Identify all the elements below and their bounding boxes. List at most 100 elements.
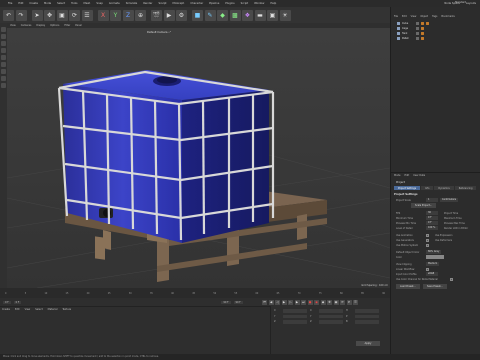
attr-right[interactable]: Centimeters — [440, 198, 459, 202]
menu-animate[interactable]: Animate — [109, 2, 120, 5]
param-key-icon[interactable]: P — [346, 299, 352, 305]
menu-snap[interactable]: Snap — [96, 2, 103, 5]
motion-icon[interactable]: ✥ — [327, 299, 332, 305]
attr-menu-edit[interactable]: Edit — [405, 174, 410, 177]
object-row[interactable]: Cube — [397, 21, 479, 25]
visibility-toggle[interactable] — [416, 26, 419, 30]
material-manager[interactable]: Create Edit View Select Material Texture — [0, 306, 270, 354]
texture-mode-icon[interactable] — [1, 34, 6, 39]
obj-menu-bookmarks[interactable]: Bookmarks — [441, 15, 454, 18]
mat-menu-view[interactable]: View — [25, 308, 31, 311]
obj-menu-view[interactable]: View — [411, 15, 417, 18]
move-icon[interactable]: ✥ — [44, 9, 55, 21]
3d-viewport[interactable]: Default Camera •° Grid Spacing : 100 cm — [7, 28, 390, 288]
material-tag-icon[interactable] — [421, 21, 424, 25]
go-end-icon[interactable]: ⏭ — [301, 299, 306, 305]
load-preset-button[interactable]: Load Preset... — [396, 284, 420, 289]
menu-pipeline[interactable]: Pipeline — [209, 2, 219, 5]
record-icon[interactable]: ● — [307, 299, 313, 305]
linear-workflow-checkbox[interactable] — [426, 267, 429, 271]
frame-end-field[interactable]: 90 F — [221, 300, 231, 304]
material-tag-icon[interactable] — [421, 36, 424, 40]
camera-label[interactable]: Default Camera •° — [147, 31, 171, 34]
scale-icon[interactable]: ▣ — [56, 9, 68, 21]
attr-menu-userdata[interactable]: User Data — [413, 174, 425, 177]
light-icon[interactable]: ☀ — [279, 9, 291, 21]
polygons-mode-icon[interactable] — [1, 55, 6, 60]
object-name[interactable]: Pallet — [402, 37, 414, 40]
scale-project-button[interactable]: Scale Project... — [411, 203, 436, 208]
model-mode-icon[interactable] — [1, 27, 6, 32]
obj-menu-file[interactable]: File — [394, 15, 398, 18]
view-menu-filter[interactable]: Filter — [64, 24, 70, 27]
view-menu-cameras[interactable]: Cameras — [21, 24, 32, 27]
recent-icon[interactable]: ☰ — [81, 9, 93, 21]
object-row[interactable]: Tank — [397, 31, 479, 35]
timeline[interactable]: 0 5 10 15 20 25 30 35 40 45 50 55 60 65 … — [0, 288, 390, 298]
menu-help[interactable]: Help — [270, 2, 276, 5]
timeline-menu-icon[interactable]: ☰ — [353, 299, 358, 305]
live-selection-icon[interactable]: ➤ — [31, 9, 43, 21]
size-x-field[interactable] — [319, 309, 343, 313]
material-tag-icon[interactable] — [421, 26, 424, 30]
render-view-icon[interactable]: 🎬 — [151, 9, 162, 21]
axis-mode-icon[interactable] — [1, 62, 6, 67]
points-mode-icon[interactable] — [1, 41, 6, 46]
color-swatch[interactable] — [426, 255, 444, 259]
object-name[interactable]: Tank — [402, 32, 414, 35]
attr-value[interactable]: Medium — [426, 262, 440, 266]
cube-icon[interactable]: ■ — [192, 9, 203, 21]
obj-menu-object[interactable]: Object — [420, 15, 428, 18]
cloner-icon[interactable]: ▩ — [229, 9, 241, 21]
obj-menu-tags[interactable]: Tags — [432, 15, 437, 18]
menu-script[interactable]: Script — [241, 2, 249, 5]
undo-icon[interactable]: ↶ — [3, 9, 14, 21]
solo-icon[interactable] — [1, 83, 6, 88]
rotate-key-icon[interactable]: ⟳ — [340, 299, 345, 305]
snap-icon[interactable] — [1, 69, 6, 74]
object-name[interactable]: Cage — [402, 27, 414, 30]
menu-window[interactable]: Window — [254, 2, 264, 5]
workplane-icon[interactable] — [1, 76, 6, 81]
menu-file[interactable]: File — [8, 2, 12, 5]
layout-label[interactable]: Standard — [455, 1, 466, 4]
use-animation-checkbox[interactable] — [426, 233, 429, 237]
menu-simulate[interactable]: Simulate — [126, 2, 137, 5]
keyframe-icon[interactable]: ◆ — [320, 299, 326, 305]
layouts-label[interactable]: Layouts — [466, 2, 476, 5]
view-menu-panel[interactable]: Panel — [75, 24, 81, 27]
camera-icon[interactable]: ▣ — [267, 9, 278, 21]
subdivision-icon[interactable]: ◆ — [217, 9, 228, 21]
object-row[interactable]: Cage — [397, 26, 479, 30]
prev-frame-icon[interactable]: ◁ — [275, 299, 280, 305]
tab-project-settings[interactable]: Project Settings — [394, 186, 421, 190]
rotate-icon[interactable]: ⟳ — [69, 9, 80, 21]
next-key-icon[interactable]: ▶ — [294, 299, 300, 305]
menu-sculpt[interactable]: Sculpt — [158, 2, 166, 5]
visibility-toggle[interactable] — [416, 21, 419, 25]
pos-z-field[interactable] — [283, 320, 307, 324]
y-axis-icon[interactable]: Y — [110, 9, 121, 21]
material-tag-icon[interactable] — [426, 21, 429, 25]
scale-key-icon[interactable]: ▣ — [333, 299, 339, 305]
view-menu-display[interactable]: Display — [36, 24, 45, 27]
deformer-icon[interactable]: ❖ — [242, 9, 253, 21]
menu-plugins[interactable]: Plugins — [225, 2, 234, 5]
play-icon[interactable]: ▶ — [281, 299, 287, 305]
tab-dynamics[interactable]: Dynamics — [434, 186, 454, 190]
pos-y-field[interactable] — [283, 314, 307, 318]
go-start-icon[interactable]: ⏮ — [262, 299, 267, 305]
rot-b-field[interactable] — [355, 320, 379, 324]
floor-icon[interactable]: ▬ — [254, 9, 266, 21]
frame-start-field[interactable]: 0 F — [3, 300, 11, 304]
prev-key-icon[interactable]: ◀ — [268, 299, 274, 305]
menu-render[interactable]: Render — [143, 2, 152, 5]
object-manager[interactable]: File Edit View Object Tags Bookmarks Cub… — [390, 7, 480, 172]
visibility-toggle[interactable] — [416, 36, 419, 40]
attr-menu-mode[interactable]: Mode — [394, 174, 401, 177]
view-menu-options[interactable]: Options — [50, 24, 59, 27]
frame-current-field[interactable]: 0 F — [13, 300, 22, 304]
object-row[interactable]: Pallet — [397, 36, 479, 40]
color-channel-checkbox[interactable] — [450, 277, 453, 281]
coord-icon[interactable]: ⊕ — [135, 9, 146, 21]
